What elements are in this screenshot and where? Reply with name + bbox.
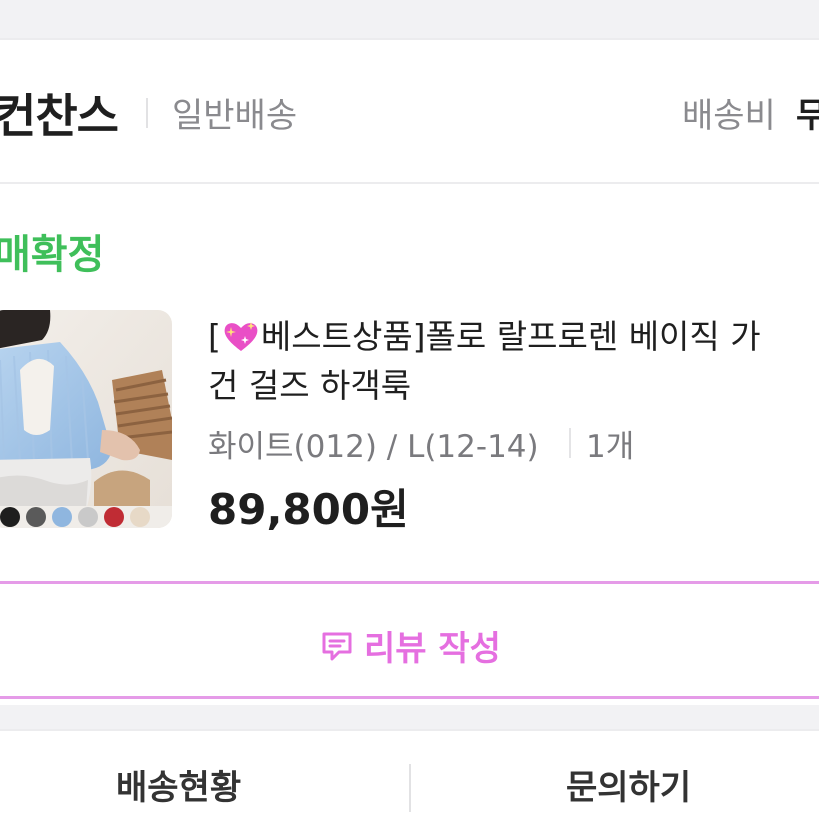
product-option: 화이트(012) / L(12-14) [208,429,539,465]
sparkling-heart-icon [221,318,261,354]
top-band [0,0,819,38]
chat-bubble-icon [320,629,354,663]
shipping-fee-label: 배송비 [682,96,776,136]
bottom-actions-divider [409,764,411,812]
option-divider [569,428,571,458]
bottom-top-divider [0,729,819,731]
write-review-button[interactable]: 리뷰 작성 [0,581,819,699]
write-review-label: 리뷰 작성 [364,629,501,669]
shipping-type: 일반배송 [172,96,298,136]
store-divider [146,98,148,128]
shipping-fee-value: 무 [796,96,819,136]
product-title-line-2: 건 걸즈 하객룩 [208,366,412,405]
order-status: 매확정 [0,232,105,278]
store-name[interactable]: 컨찬스 [0,80,119,146]
inquiry-button[interactable]: 문의하기 [566,760,691,809]
product-thumbnail[interactable] [0,310,172,528]
product-price: 89,800원 [208,485,409,534]
product-quantity: 1개 [586,429,635,465]
store-divider-line [0,182,819,184]
title-text: 베스트상품]폴로 랄프로렌 베이직 가 [260,317,761,356]
title-bracket: [ [208,317,221,356]
delivery-status-button[interactable]: 배송현황 [116,760,241,809]
separator-band [0,705,819,729]
product-photo [0,310,172,528]
top-divider [0,38,819,40]
product-title[interactable]: [ 베스트상품]폴로 랄프로렌 베이직 가 건 걸즈 하객룩 [208,312,819,410]
product-title-line-1: [ 베스트상품]폴로 랄프로렌 베이직 가 [208,312,819,361]
review-button-content: 리뷰 작성 [320,621,501,670]
